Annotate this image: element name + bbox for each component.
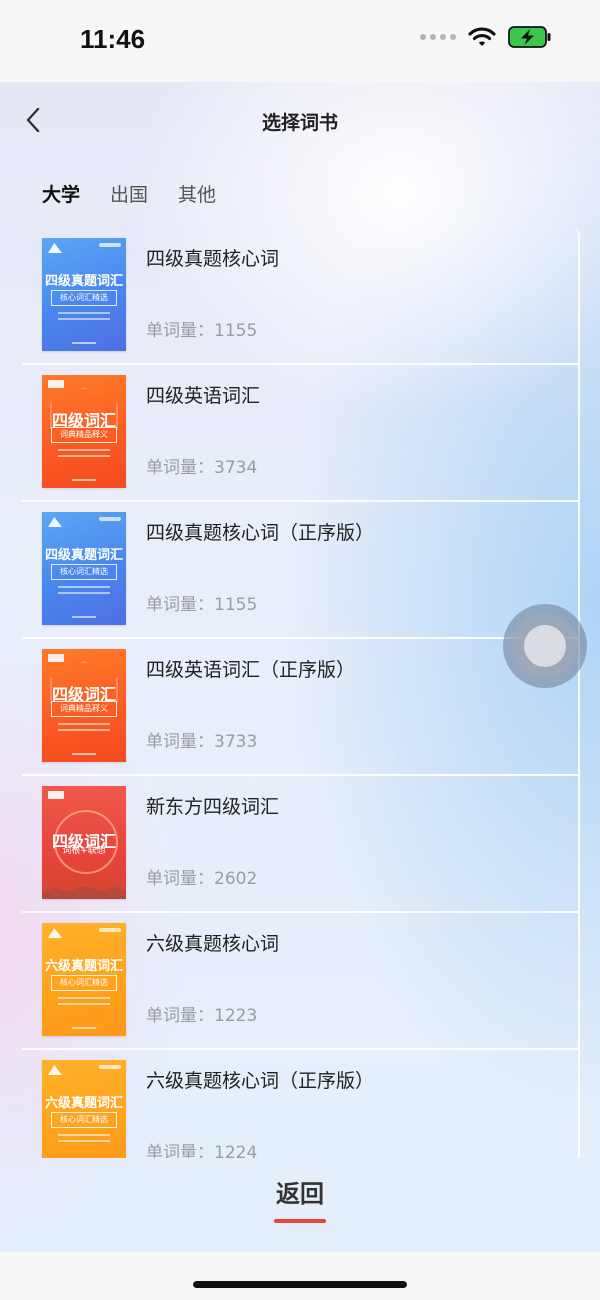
book-item[interactable]: 四级词汇 词典精品释义 四级英语词汇 单词量：3734 [22, 365, 578, 502]
book-name: 新东方四级词汇 [146, 796, 280, 818]
home-indicator[interactable] [193, 1281, 407, 1288]
status-icons [420, 26, 552, 48]
bottom-safe-area [0, 1252, 600, 1300]
book-cover: 四级词汇 词根+联想 [42, 786, 126, 899]
word-count: 单词量：1224 [146, 1143, 258, 1158]
signal-dots-icon [420, 34, 456, 40]
publisher-logo-icon [48, 380, 64, 388]
word-count: 单词量：1155 [146, 321, 258, 341]
publisher-logo-icon [48, 1065, 62, 1075]
book-item[interactable]: 四级真题词汇 核心词汇精选 四级真题核心词（正序版） 单词量：1155 [22, 502, 578, 639]
cover-title: 四级真题词汇 [44, 548, 123, 563]
book-name: 六级真题核心词 [146, 933, 280, 955]
book-item[interactable]: 四级词汇 词典精品释义 四级英语词汇（正序版） 单词量：3733 [22, 639, 578, 776]
tab-abroad[interactable]: 出国 [110, 180, 148, 207]
book-cover: 四级词汇 词典精品释义 [42, 649, 126, 762]
cover-subtitle: 核心词汇精选 [51, 1112, 117, 1128]
word-count: 单词量：3733 [146, 732, 258, 752]
category-tabs: 大学 出国 其他 [42, 180, 216, 207]
cover-title: 六级真题词汇 [44, 1096, 123, 1111]
return-underline [274, 1219, 326, 1223]
publisher-logo-icon [48, 791, 64, 799]
word-count: 单词量：2602 [146, 869, 258, 889]
book-item[interactable]: 六级真题词汇 核心词汇精选 六级真题核心词（正序版） 单词量：1224 [22, 1050, 578, 1158]
status-bar: 11:46 [0, 0, 600, 82]
book-name: 六级真题核心词（正序版） [146, 1070, 375, 1092]
tab-university[interactable]: 大学 [42, 180, 80, 207]
battery-charging-icon [508, 26, 551, 48]
book-name: 四级英语词汇（正序版） [146, 659, 356, 681]
book-item[interactable]: 四级真题词汇 核心词汇精选 四级真题核心词 单词量：1155 [22, 228, 578, 365]
assistive-touch-button[interactable] [503, 604, 587, 688]
book-name: 四级英语词汇 [146, 385, 261, 407]
cover-subtitle: 词典精品释义 [51, 427, 117, 443]
book-item[interactable]: 四级词汇 词根+联想 新东方四级词汇 单词量：2602 [22, 776, 578, 913]
book-cover: 六级真题词汇 核心词汇精选 [42, 923, 126, 1036]
wifi-icon [468, 27, 496, 46]
publisher-logo-icon [48, 517, 62, 527]
publisher-logo-icon [48, 654, 64, 662]
book-cover: 四级真题词汇 核心词汇精选 [42, 512, 126, 625]
main-content: 选择词书 大学 出国 其他 四级真题词汇 核心词汇精选 四级真题核心词 单词量：… [0, 82, 600, 1252]
publisher-logo-icon [48, 928, 62, 938]
tab-other[interactable]: 其他 [178, 180, 216, 207]
word-count: 单词量：3734 [146, 458, 258, 478]
cover-subtitle: 核心词汇精选 [51, 975, 117, 991]
book-name: 四级真题核心词 [146, 248, 280, 270]
book-item[interactable]: 六级真题词汇 核心词汇精选 六级真题核心词 单词量：1223 [22, 913, 578, 1050]
cover-subtitle: 词典精品释义 [51, 701, 117, 717]
book-list: 四级真题词汇 核心词汇精选 四级真题核心词 单词量：1155 四级词汇 词典精品… [22, 228, 580, 1158]
page-title: 选择词书 [261, 112, 338, 134]
book-cover: 四级真题词汇 核心词汇精选 [42, 238, 126, 351]
book-cover: 六级真题词汇 核心词汇精选 [42, 1060, 126, 1158]
book-name: 四级真题核心词（正序版） [146, 522, 375, 544]
book-cover: 四级词汇 词典精品释义 [42, 375, 126, 488]
status-time: 11:46 [80, 24, 146, 54]
cover-subtitle: 词根+联想 [62, 846, 106, 856]
publisher-logo-icon [48, 243, 62, 253]
cover-subtitle: 核心词汇精选 [51, 290, 117, 306]
return-button[interactable]: 返回 [0, 1174, 600, 1209]
word-count: 单词量：1223 [146, 1006, 258, 1026]
cover-subtitle: 核心词汇精选 [51, 564, 117, 580]
cover-title: 四级真题词汇 [44, 274, 123, 289]
cover-title: 六级真题词汇 [44, 959, 123, 974]
word-count: 单词量：1155 [146, 595, 258, 615]
